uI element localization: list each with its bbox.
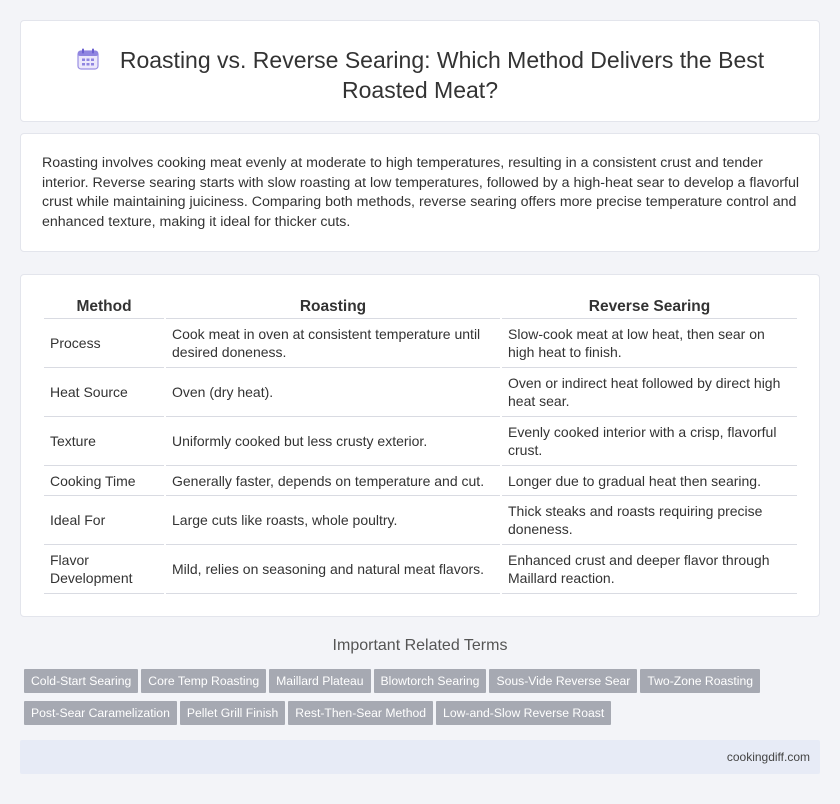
reverse-searing-cell: Slow-cook meat at low heat, then sear on… — [502, 319, 797, 368]
tag-core-temp-roasting[interactable]: Core Temp Roasting — [141, 669, 267, 693]
intro-text: Roasting involves cooking meat evenly at… — [42, 155, 800, 230]
table-header-row: Method Roasting Reverse Searing — [44, 295, 797, 319]
comparison-table: Method Roasting Reverse Searing Process … — [42, 295, 799, 594]
footer: cookingdiff.com — [20, 740, 820, 774]
tag-rest-then-sear-method[interactable]: Rest-Then-Sear Method — [288, 701, 434, 725]
table-row: Ideal For Large cuts like roasts, whole … — [44, 496, 797, 545]
reverse-searing-cell: Oven or indirect heat followed by direct… — [502, 368, 797, 417]
header-reverse-searing: Reverse Searing — [502, 295, 797, 319]
roasting-cell: Uniformly cooked but less crusty exterio… — [166, 417, 500, 466]
related-terms-title: Important Related Terms — [332, 637, 508, 654]
reverse-searing-cell: Thick steaks and roasts requiring precis… — [502, 496, 797, 545]
table-row: Texture Uniformly cooked but less crusty… — [44, 417, 797, 466]
row-label: Ideal For — [44, 496, 164, 545]
tag-pellet-grill-finish[interactable]: Pellet Grill Finish — [179, 701, 286, 725]
roasting-cell: Oven (dry heat). — [166, 368, 500, 417]
table-row: Heat Source Oven (dry heat). Oven or ind… — [44, 368, 797, 417]
tag-blowtorch-searing[interactable]: Blowtorch Searing — [373, 669, 487, 693]
table-row: Process Cook meat in oven at consistent … — [44, 319, 797, 368]
page-title-wrap: Roasting vs. Reverse Searing: Which Meth… — [21, 45, 819, 105]
reverse-searing-cell: Enhanced crust and deeper flavor through… — [502, 545, 797, 594]
header-roasting: Roasting — [166, 295, 500, 319]
tag-two-zone-roasting[interactable]: Two-Zone Roasting — [640, 669, 761, 693]
header-method: Method — [44, 295, 164, 319]
tag-sous-vide-reverse-sear[interactable]: Sous-Vide Reverse Sear — [489, 669, 638, 693]
row-label: Process — [44, 319, 164, 368]
tag-cold-start-searing[interactable]: Cold-Start Searing — [24, 669, 139, 693]
roasting-cell: Generally faster, depends on temperature… — [166, 466, 500, 496]
row-label: Texture — [44, 417, 164, 466]
roasting-cell: Cook meat in oven at consistent temperat… — [166, 319, 500, 368]
intro-card: Roasting involves cooking meat evenly at… — [20, 133, 820, 252]
tag-maillard-plateau[interactable]: Maillard Plateau — [269, 669, 371, 693]
table-row: Cooking Time Generally faster, depends o… — [44, 466, 797, 496]
page-title: Roasting vs. Reverse Searing: Which Meth… — [119, 47, 765, 103]
tag-post-sear-caramelization[interactable]: Post-Sear Caramelization — [24, 701, 177, 725]
tag-low-and-slow-reverse-roast[interactable]: Low-and-Slow Reverse Roast — [436, 701, 612, 725]
row-label: Heat Source — [44, 368, 164, 417]
comparison-card: Method Roasting Reverse Searing Process … — [20, 274, 820, 617]
roasting-cell: Mild, relies on seasoning and natural me… — [166, 545, 500, 594]
reverse-searing-cell: Longer due to gradual heat then searing. — [502, 466, 797, 496]
row-label: Cooking Time — [44, 466, 164, 496]
row-label: Flavor Development — [44, 545, 164, 594]
reverse-searing-cell: Evenly cooked interior with a crisp, fla… — [502, 417, 797, 466]
footer-site-link[interactable]: cookingdiff.com — [727, 750, 810, 764]
calendar-icon — [77, 48, 99, 70]
related-tags: Cold-Start Searing Core Temp Roasting Mail… — [24, 669, 804, 733]
table-row: Flavor Development Mild, relies on seaso… — [44, 545, 797, 594]
header-card: Roasting vs. Reverse Searing: Which Meth… — [20, 20, 820, 122]
roasting-cell: Large cuts like roasts, whole poultry. — [166, 496, 500, 545]
